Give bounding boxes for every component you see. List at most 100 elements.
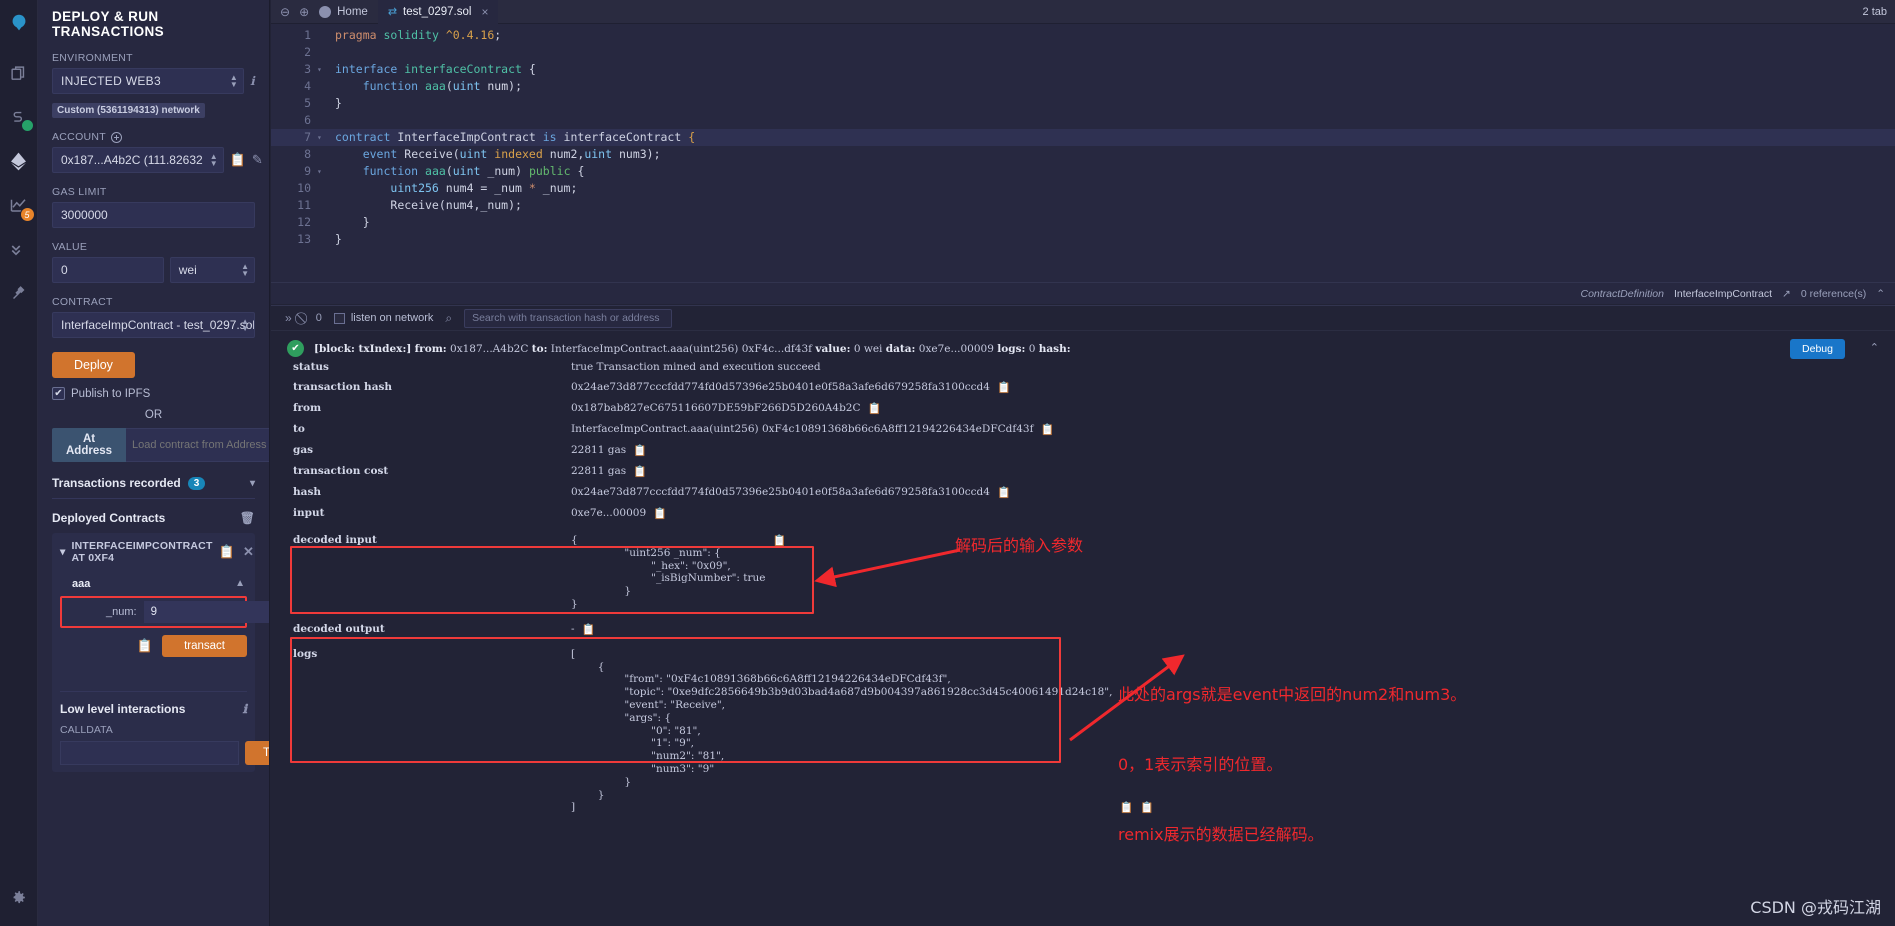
publish-ipfs-row[interactable]: ✔ Publish to IPFS xyxy=(52,387,255,400)
testing-icon[interactable] xyxy=(4,232,34,266)
collapse-terminal-icon[interactable]: » xyxy=(285,311,292,325)
transaction-search-input[interactable]: Search with transaction hash or address xyxy=(464,308,673,328)
deploy-run-icon[interactable] xyxy=(4,144,34,178)
analysis-icon[interactable]: 5 xyxy=(4,188,35,222)
plugin-manager-icon[interactable] xyxy=(4,276,34,310)
copy-account-icon[interactable]: 📋 xyxy=(230,152,246,168)
copy-icon[interactable]: 📋 xyxy=(868,402,882,415)
listen-on-network-checkbox[interactable] xyxy=(333,312,345,324)
detail-key: input xyxy=(293,507,325,519)
account-select[interactable]: 0x187...A4b2C (111.82632 xyxy=(52,147,224,173)
detail-key: gas xyxy=(293,444,314,456)
home-globe-icon xyxy=(319,5,332,18)
environment-info-icon[interactable]: ℹ xyxy=(250,74,255,88)
copy-decoded-input-icon[interactable]: 📋 xyxy=(773,534,787,547)
contract-select[interactable]: InterfaceImpContract - test_0297.sol xyxy=(52,312,255,338)
gas-limit-input[interactable]: 3000000 xyxy=(52,202,255,228)
detail-key: to xyxy=(293,423,305,435)
add-account-icon[interactable] xyxy=(111,131,123,143)
copy-calldata-icon[interactable]: 📋 xyxy=(137,638,153,654)
sign-message-icon[interactable]: ✎ xyxy=(252,152,263,168)
copy-icon[interactable]: 📋 xyxy=(1041,423,1055,436)
fold-toggle-icon[interactable] xyxy=(317,231,327,248)
fold-toggle-icon[interactable] xyxy=(317,146,327,163)
collapse-transaction-icon[interactable]: ⌃ xyxy=(1870,341,1879,354)
copy-contract-address-icon[interactable]: 📋 xyxy=(219,544,235,560)
fold-toggle-icon[interactable] xyxy=(317,214,327,231)
listen-on-network-row[interactable]: listen on network xyxy=(333,312,433,324)
detail-key: transaction hash xyxy=(293,381,393,393)
terminal-log-body[interactable]: ✔ [block: txIndex:] from: 0x187...A4b2C … xyxy=(271,331,1895,926)
transaction-detail-row: transaction cost 22811 gas 📋 xyxy=(271,461,1895,482)
deployed-contracts-label: Deployed Contracts xyxy=(52,511,166,525)
status-node-type: ContractDefinition xyxy=(1580,287,1664,300)
copy-icon[interactable]: 📋 xyxy=(633,444,647,457)
close-tab-icon[interactable]: × xyxy=(481,5,488,19)
fold-toggle-icon[interactable]: ▾ xyxy=(317,129,327,146)
zoom-out-icon[interactable]: ⊖ xyxy=(280,5,290,19)
at-address-button[interactable]: At Address xyxy=(52,428,127,462)
code-line: 6 xyxy=(271,112,1895,129)
low-level-interactions-row: Low level interactions ℹ xyxy=(60,702,247,716)
fold-toggle-icon[interactable] xyxy=(317,180,327,197)
chevron-down-icon[interactable]: ▾ xyxy=(60,546,65,558)
decoded-input-value: { "uint256 _num": { "_hex": "0x09", "_is… xyxy=(571,534,766,610)
transact-button[interactable]: transact xyxy=(162,635,247,657)
line-number: 2 xyxy=(304,45,311,59)
line-number: 8 xyxy=(304,147,311,161)
at-address-input[interactable] xyxy=(126,428,269,462)
line-number: 7 xyxy=(304,130,311,144)
line-number: 6 xyxy=(304,113,311,127)
fold-toggle-icon[interactable] xyxy=(317,197,327,214)
calldata-input[interactable] xyxy=(60,741,239,765)
copy-icon[interactable]: 📋 xyxy=(633,465,647,478)
copy-icon[interactable]: 📋 xyxy=(997,381,1011,394)
fold-toggle-icon[interactable] xyxy=(317,95,327,112)
tab-home[interactable]: Home xyxy=(309,0,378,24)
close-contract-icon[interactable]: ✕ xyxy=(243,544,254,560)
transactions-recorded-row[interactable]: Transactions recorded 3 ▾ xyxy=(52,476,255,490)
main-area: ⊖ ⊕ Home ⇄ test_0297.sol × 2 tab 1 pragma… xyxy=(271,0,1895,926)
code-text: pragma solidity ^0.4.16; xyxy=(335,28,502,42)
solidity-compiler-icon[interactable] xyxy=(4,100,34,134)
settings-gear-icon[interactable] xyxy=(4,880,34,914)
copy-decoded-output-icon[interactable]: 📋 xyxy=(582,623,596,636)
chevron-up-icon[interactable]: ⌃ xyxy=(1876,288,1885,300)
chevron-up-icon[interactable]: ▲ xyxy=(235,578,245,589)
code-editor[interactable]: 1 pragma solidity ^0.4.16; 2 3 ▾ interface in… xyxy=(271,24,1895,282)
transaction-detail-row: transaction hash 0x24ae73d877cccfdd774fd0… xyxy=(271,377,1895,398)
debug-button[interactable]: Debug xyxy=(1790,339,1845,359)
line-number: 12 xyxy=(297,215,311,229)
transaction-detail-row: from 0x187bab827eC675116607DE59bF266D5D26… xyxy=(271,398,1895,419)
fold-toggle-icon[interactable] xyxy=(317,112,327,129)
deploy-button[interactable]: Deploy xyxy=(52,352,135,378)
zoom-in-icon[interactable]: ⊕ xyxy=(299,5,309,19)
transaction-summary-line[interactable]: ✔ [block: txIndex:] from: 0x187...A4b2C … xyxy=(271,331,1895,357)
copy-icon[interactable]: 📋 xyxy=(997,486,1011,499)
low-level-info-icon[interactable]: ℹ xyxy=(242,702,247,716)
publish-ipfs-checkbox[interactable]: ✔ xyxy=(52,387,65,400)
param-num-input[interactable] xyxy=(143,601,269,623)
fold-toggle-icon[interactable] xyxy=(317,44,327,61)
fold-toggle-icon[interactable] xyxy=(317,78,327,95)
account-label: ACCOUNT xyxy=(52,131,107,143)
clear-deployed-contracts-icon[interactable]: 🗑 xyxy=(240,511,255,525)
copy-icon[interactable]: 📋 xyxy=(653,507,667,520)
environment-select[interactable]: Injected Web3 xyxy=(52,68,245,94)
file-explorer-icon[interactable] xyxy=(4,56,34,90)
chevron-down-icon[interactable]: ▾ xyxy=(250,478,255,489)
line-number: 1 xyxy=(304,28,311,42)
fold-toggle-icon[interactable]: ▾ xyxy=(317,163,327,180)
tab-test-0297-sol[interactable]: ⇄ test_0297.sol × xyxy=(377,0,499,24)
value-input[interactable]: 0 xyxy=(52,257,164,283)
low-level-transact-button[interactable]: Transact xyxy=(245,741,269,765)
search-icon[interactable]: ⌕ xyxy=(445,311,452,326)
external-link-icon[interactable]: ↗ xyxy=(1782,288,1791,300)
fold-toggle-icon[interactable] xyxy=(317,27,327,44)
transaction-summary-text: [block: txIndex:] from: 0x187...A4b2C to… xyxy=(314,342,1071,355)
decoded-output-row: decoded output - 📋 xyxy=(271,615,1895,640)
detail-key: from xyxy=(293,402,322,414)
remix-logo-icon[interactable] xyxy=(4,6,34,40)
fold-toggle-icon[interactable]: ▾ xyxy=(317,61,327,78)
code-line: 9 ▾ function aaa(uint _num) public { xyxy=(271,163,1895,180)
